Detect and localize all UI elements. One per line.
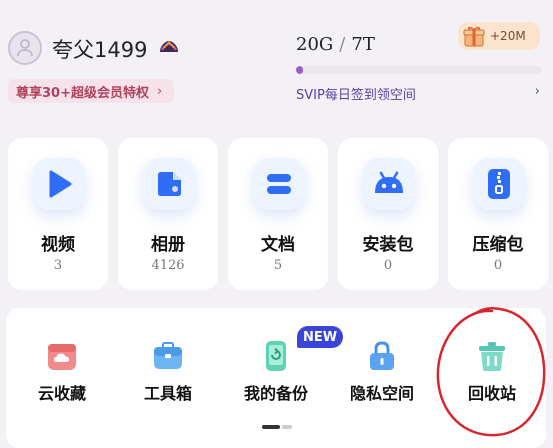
- new-badge: NEW: [297, 326, 343, 348]
- category-label: 安装包: [362, 235, 414, 255]
- avatar[interactable]: [8, 31, 42, 65]
- gift-icon: [463, 26, 485, 47]
- photo-icon: [158, 172, 181, 196]
- category-count: 0: [383, 258, 393, 273]
- category-photos[interactable]: 相册 4126: [118, 138, 218, 290]
- tool-private-space[interactable]: 隐私空间: [336, 332, 428, 422]
- lock-icon: [370, 341, 394, 370]
- category-archive[interactable]: 压缩包 0: [448, 138, 548, 290]
- username[interactable]: 夸父1499: [52, 34, 147, 64]
- category-count: 3: [53, 258, 63, 273]
- document-icon: [267, 174, 291, 194]
- apk-icon-wrap: [363, 158, 415, 210]
- svip-privilege-link[interactable]: 尊享30+超级会员特权 ›: [8, 79, 175, 103]
- zip-icon: [488, 169, 510, 199]
- page-dot: [282, 425, 292, 429]
- tool-label: 回收站: [467, 384, 516, 403]
- vip-badge-icon: [160, 40, 178, 52]
- documents-icon-wrap: [253, 158, 305, 210]
- archive-icon-wrap: [473, 158, 525, 210]
- gift-label: +20M: [490, 29, 526, 43]
- chevron-right-icon: ›: [156, 83, 163, 99]
- storage-progress-fill: [296, 66, 304, 74]
- cloud-favorite-icon: [48, 344, 76, 370]
- tool-label: 云收藏: [37, 384, 86, 403]
- tool-label: 我的备份: [243, 384, 308, 403]
- category-count: 4126: [151, 258, 185, 273]
- svip-signin-label: SVIP每日签到领空间: [296, 88, 416, 103]
- tool-label: 工具箱: [143, 384, 192, 403]
- category-apk[interactable]: 安装包 0: [338, 138, 438, 290]
- category-documents[interactable]: 文档 5: [228, 138, 328, 290]
- tool-cloud-favorites[interactable]: 云收藏: [16, 332, 108, 422]
- tool-label: 隐私空间: [349, 384, 414, 403]
- category-count: 0: [493, 258, 503, 273]
- tool-toolbox[interactable]: 工具箱: [122, 332, 214, 422]
- play-icon: [49, 170, 72, 198]
- tool-recycle-bin[interactable]: 回收站: [446, 332, 538, 422]
- storage-separator: /: [339, 34, 346, 55]
- category-label: 相册: [151, 235, 185, 255]
- toolbox-icon: [154, 342, 182, 369]
- storage-usage[interactable]: 20G/7T: [296, 34, 375, 55]
- backup-icon: [266, 341, 286, 371]
- svip-signin-link[interactable]: SVIP每日签到领空间 ›: [296, 84, 544, 103]
- category-label: 压缩包: [472, 235, 524, 255]
- svip-privilege-label: 尊享30+超级会员特权: [16, 85, 149, 101]
- user-icon: [17, 39, 33, 57]
- video-icon-wrap: [33, 158, 85, 210]
- category-label: 文档: [261, 235, 295, 255]
- page-dot-active: [262, 425, 280, 429]
- storage-progress-bar: [296, 66, 542, 74]
- category-video[interactable]: 视频 3: [8, 138, 108, 290]
- page-indicator: [262, 425, 294, 429]
- category-label: 视频: [41, 235, 75, 255]
- android-icon: [375, 171, 403, 193]
- storage-used: 20G: [296, 34, 334, 55]
- gift-button[interactable]: +20M: [458, 22, 540, 50]
- photos-icon-wrap: [143, 158, 195, 210]
- storage-total: 7T: [351, 34, 375, 55]
- chevron-right-icon: ›: [534, 84, 540, 99]
- trash-icon: [479, 342, 505, 371]
- category-count: 5: [273, 258, 283, 273]
